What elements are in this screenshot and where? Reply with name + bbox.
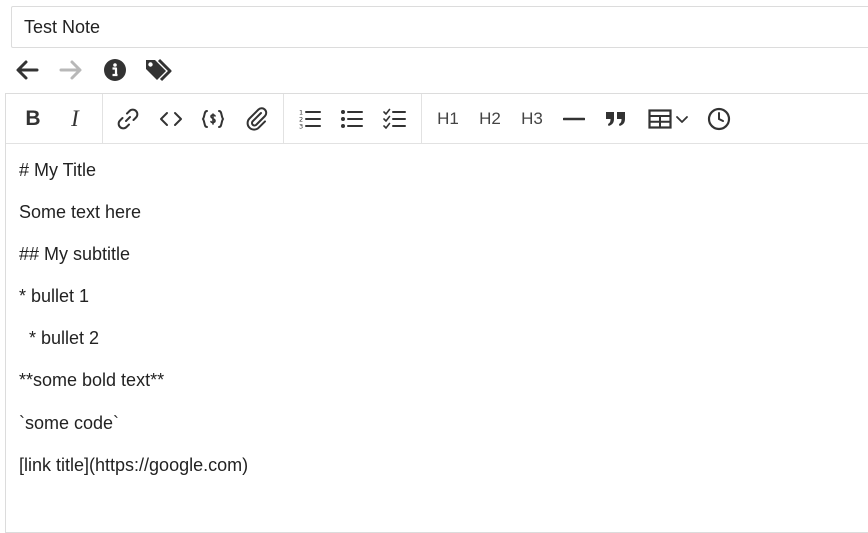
heading-2-button[interactable]: H2 [475, 103, 505, 135]
chevron-down-icon [675, 116, 688, 123]
editor-line: # My Title [19, 160, 97, 180]
link-button[interactable] [113, 103, 143, 135]
ordered-list-button[interactable]: 1 2 3 [295, 103, 325, 135]
table-icon [647, 109, 672, 129]
heading-1-label: H1 [437, 109, 459, 128]
link-icon [117, 108, 139, 130]
bullet-list-button[interactable] [337, 103, 367, 135]
toolbar-divider [102, 94, 103, 143]
toolbar-divider [283, 94, 284, 143]
svg-text:3: 3 [299, 123, 303, 131]
quote-icon [606, 112, 625, 126]
markdown-editor: B I 1 2 3 H1 H2 H3 # My Title Some text … [5, 93, 868, 533]
checklist-icon [383, 108, 406, 129]
horizontal-rule-button[interactable] [559, 103, 589, 135]
editor-line: * bullet 2 [19, 328, 100, 348]
note-title-input[interactable] [11, 6, 868, 48]
history-button[interactable] [704, 103, 734, 135]
editor-line: **some bold text** [19, 370, 165, 390]
heading-2-label: H2 [479, 109, 501, 128]
code-block-button[interactable] [198, 103, 228, 135]
quote-button[interactable] [601, 103, 631, 135]
italic-label: I [71, 106, 79, 131]
checklist-button[interactable] [380, 103, 410, 135]
heading-1-button[interactable]: H1 [433, 103, 463, 135]
paperclip-icon [246, 107, 268, 131]
attachment-button[interactable] [242, 103, 272, 135]
editor-line: Some text here [19, 202, 142, 222]
forward-button[interactable] [56, 55, 86, 85]
clock-icon [707, 107, 731, 131]
tags-button[interactable] [144, 55, 174, 85]
arrow-left-icon [16, 60, 39, 80]
heading-3-button[interactable]: H3 [517, 103, 547, 135]
editor-line: [link title](https://google.com) [19, 455, 249, 475]
arrow-right-icon [59, 60, 82, 80]
note-nav-bar [12, 54, 188, 86]
heading-3-label: H3 [521, 109, 543, 128]
bold-button[interactable]: B [18, 103, 48, 135]
ordered-list-icon: 1 2 3 [299, 109, 321, 131]
inline-code-button[interactable] [156, 103, 186, 135]
code-block-icon [201, 110, 225, 128]
horizontal-rule-icon [563, 117, 585, 121]
bold-label: B [25, 107, 41, 130]
tags-icon [146, 58, 172, 82]
code-icon [160, 112, 182, 126]
toolbar-divider [421, 94, 422, 143]
editor-line: ## My subtitle [19, 244, 131, 264]
table-button[interactable] [644, 103, 692, 135]
info-circle-icon [104, 59, 126, 81]
bullet-list-icon [341, 110, 363, 128]
info-button[interactable] [100, 55, 130, 85]
editor-line: * bullet 1 [19, 286, 90, 306]
italic-button[interactable]: I [60, 103, 90, 135]
editor-toolbar: B I 1 2 3 H1 H2 H3 [6, 94, 868, 144]
editor-line: `some code` [19, 413, 120, 433]
back-button[interactable] [12, 55, 42, 85]
